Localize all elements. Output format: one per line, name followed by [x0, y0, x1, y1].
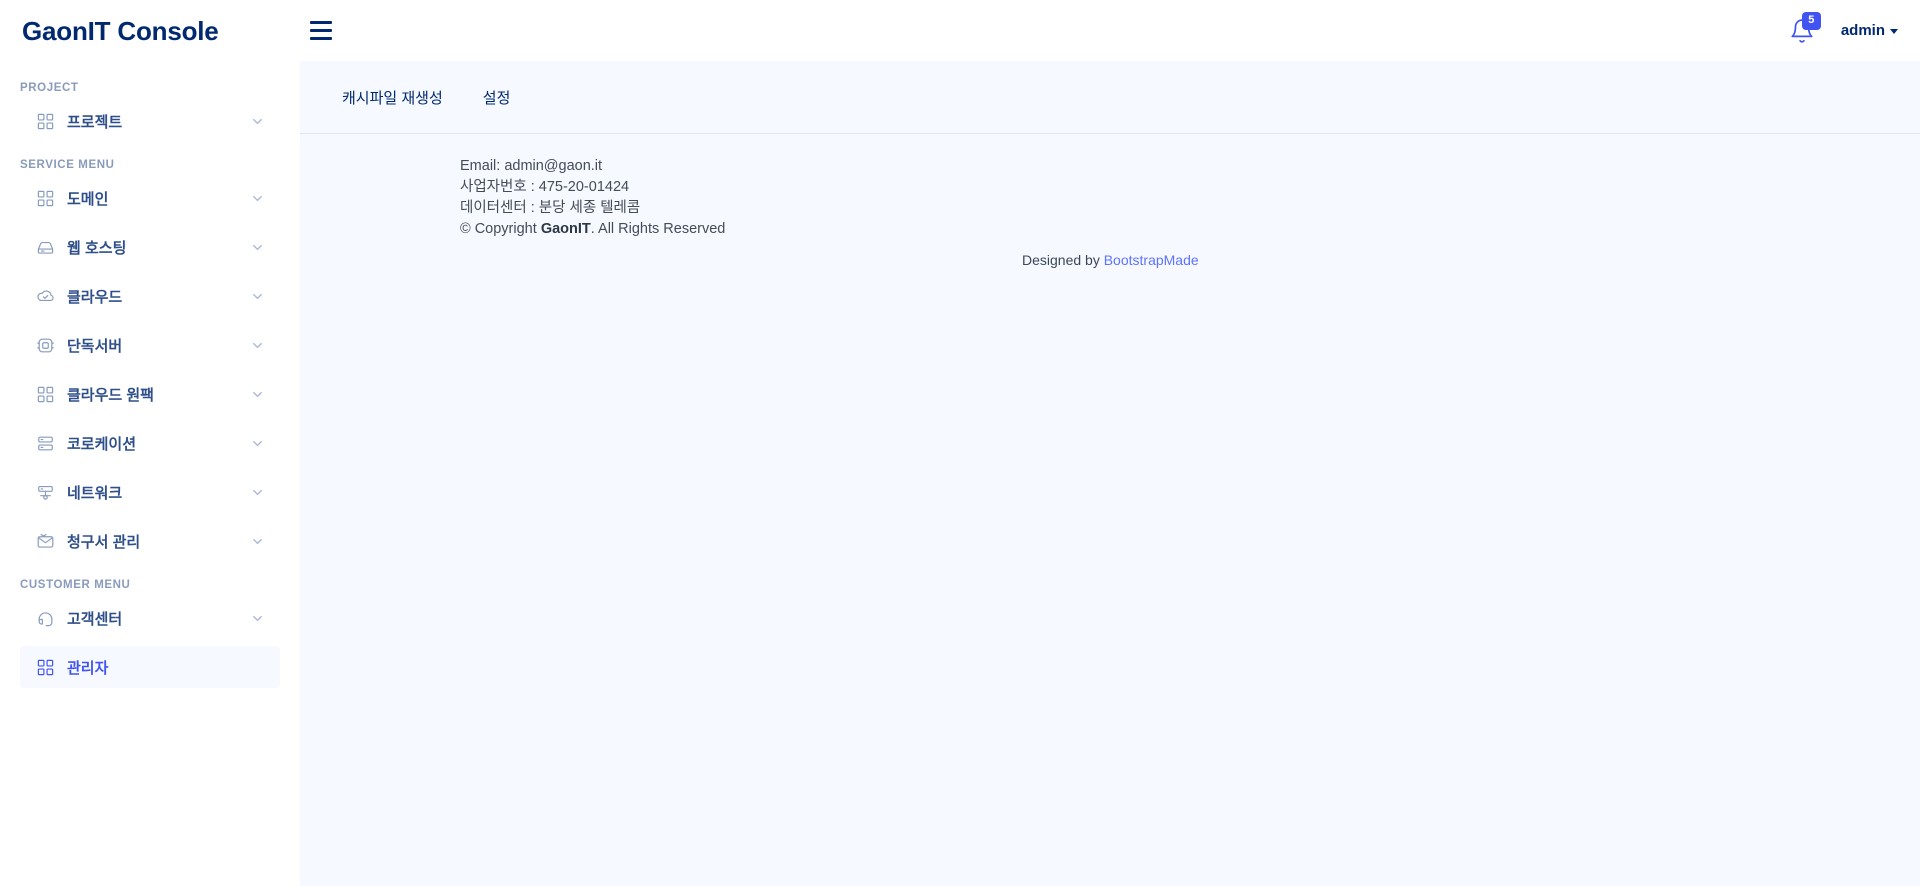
chevron-down-icon[interactable] [250, 191, 265, 206]
chevron-down-icon[interactable] [250, 338, 265, 353]
chevron-down-icon[interactable] [250, 289, 265, 304]
grid-icon [35, 188, 56, 209]
app-header: GaonIT Console 5 admin [0, 0, 1920, 61]
bootstrapmade-link[interactable]: BootstrapMade [1104, 252, 1199, 268]
app-logo: GaonIT Console [22, 15, 219, 46]
chevron-down-icon[interactable] [250, 485, 265, 500]
grid-icon [35, 657, 56, 678]
hamburger-bar [310, 29, 332, 32]
server-chip-icon [35, 335, 56, 356]
copyright-suffix: . All Rights Reserved [590, 221, 726, 237]
notification-badge: 5 [1801, 11, 1821, 30]
hosting-icon [35, 237, 56, 258]
sidebar-item-label: 네트워크 [67, 484, 123, 502]
chevron-down-icon[interactable] [250, 611, 265, 626]
sidebar-toggle-icon[interactable] [304, 14, 338, 48]
sidebar-section-heading: CUSTOMER MENU [20, 579, 131, 591]
sidebar-section-heading: SERVICE MENU [20, 159, 115, 171]
main-content: 캐시파일 재생성 설정 Email: admin@gaon.it 사업자번호 :… [300, 61, 1920, 886]
sidebar-item-label: 고객센터 [67, 610, 123, 628]
cloud-icon [35, 286, 56, 307]
sidebar-item-label: 클라우드 원팩 [67, 386, 154, 404]
grid-icon [35, 384, 56, 405]
sidebar-item-label: 클라우드 [67, 288, 123, 306]
sidebar-item-관리자[interactable]: 관리자 [20, 646, 280, 688]
sidebar-item-label: 웹 호스팅 [67, 239, 127, 257]
sidebar-item-label: 프로젝트 [67, 113, 123, 131]
sidebar-item-네트워크[interactable]: 네트워크 [20, 471, 280, 513]
sidebar-item-label: 관리자 [67, 659, 109, 677]
sidebar-item-label: 도메인 [67, 190, 109, 208]
profile-name: admin [1840, 22, 1885, 39]
sidebar-item-웹-호스팅[interactable]: 웹 호스팅 [20, 226, 280, 268]
sidebar-item-label: 단독서버 [67, 337, 123, 355]
sidebar-item-도메인[interactable]: 도메인 [20, 177, 280, 219]
footer-copyright: © Copyright GaonIT. All Rights Reserved [460, 219, 1920, 240]
sidebar: PROJECT 프로젝트 SERVICE MENU 도메인 웹 호스팅 클라우드… [0, 61, 300, 886]
header-actions: 5 admin [1789, 11, 1920, 45]
headset-icon [35, 608, 56, 629]
rack-icon [35, 433, 56, 454]
notifications-button[interactable]: 5 [1789, 11, 1821, 45]
sidebar-item-코로케이션[interactable]: 코로케이션 [20, 422, 280, 464]
sidebar-item-클라우드-원팩[interactable]: 클라우드 원팩 [20, 373, 280, 415]
sidebar-item-청구서-관리[interactable]: 청구서 관리 [20, 520, 280, 562]
hamburger-bar [310, 21, 332, 24]
invoice-mail-icon [35, 531, 56, 552]
chevron-down-icon[interactable] [250, 436, 265, 451]
profile-menu[interactable]: admin [1841, 22, 1898, 39]
chevron-down-icon [1890, 29, 1898, 34]
chevron-down-icon[interactable] [250, 387, 265, 402]
tab-settings[interactable]: 설정 [483, 87, 511, 108]
sidebar-item-클라우드[interactable]: 클라우드 [20, 275, 280, 317]
content-tabs: 캐시파일 재생성 설정 [300, 61, 1920, 133]
sidebar-item-프로젝트[interactable]: 프로젝트 [20, 100, 280, 142]
credits: Designed by BootstrapMade [460, 252, 1920, 268]
chevron-down-icon[interactable] [250, 114, 265, 129]
network-icon [35, 482, 56, 503]
grid-icon [35, 111, 56, 132]
sidebar-item-고객센터[interactable]: 고객센터 [20, 597, 280, 639]
sidebar-item-label: 청구서 관리 [67, 533, 141, 551]
credits-prefix: Designed by [1022, 252, 1104, 268]
chevron-down-icon[interactable] [250, 534, 265, 549]
sidebar-item-label: 코로케이션 [67, 435, 137, 453]
footer-business-number: 사업자번호 : 475-20-01424 [460, 179, 630, 195]
sidebar-section-heading: PROJECT [20, 82, 79, 94]
hamburger-bar [310, 37, 332, 40]
chevron-down-icon[interactable] [250, 240, 265, 255]
copyright-prefix: © Copyright [460, 221, 541, 237]
tab-cache-regenerate[interactable]: 캐시파일 재생성 [342, 87, 443, 108]
copyright-brand: GaonIT [540, 221, 591, 237]
footer-info: Email: admin@gaon.it 사업자번호 : 475-20-0142… [300, 134, 1920, 268]
footer-datacenter: 데이터센터 : 분당 세종 텔레콤 [460, 200, 641, 216]
footer-email: Email: admin@gaon.it [460, 158, 603, 174]
sidebar-item-단독서버[interactable]: 단독서버 [20, 324, 280, 366]
